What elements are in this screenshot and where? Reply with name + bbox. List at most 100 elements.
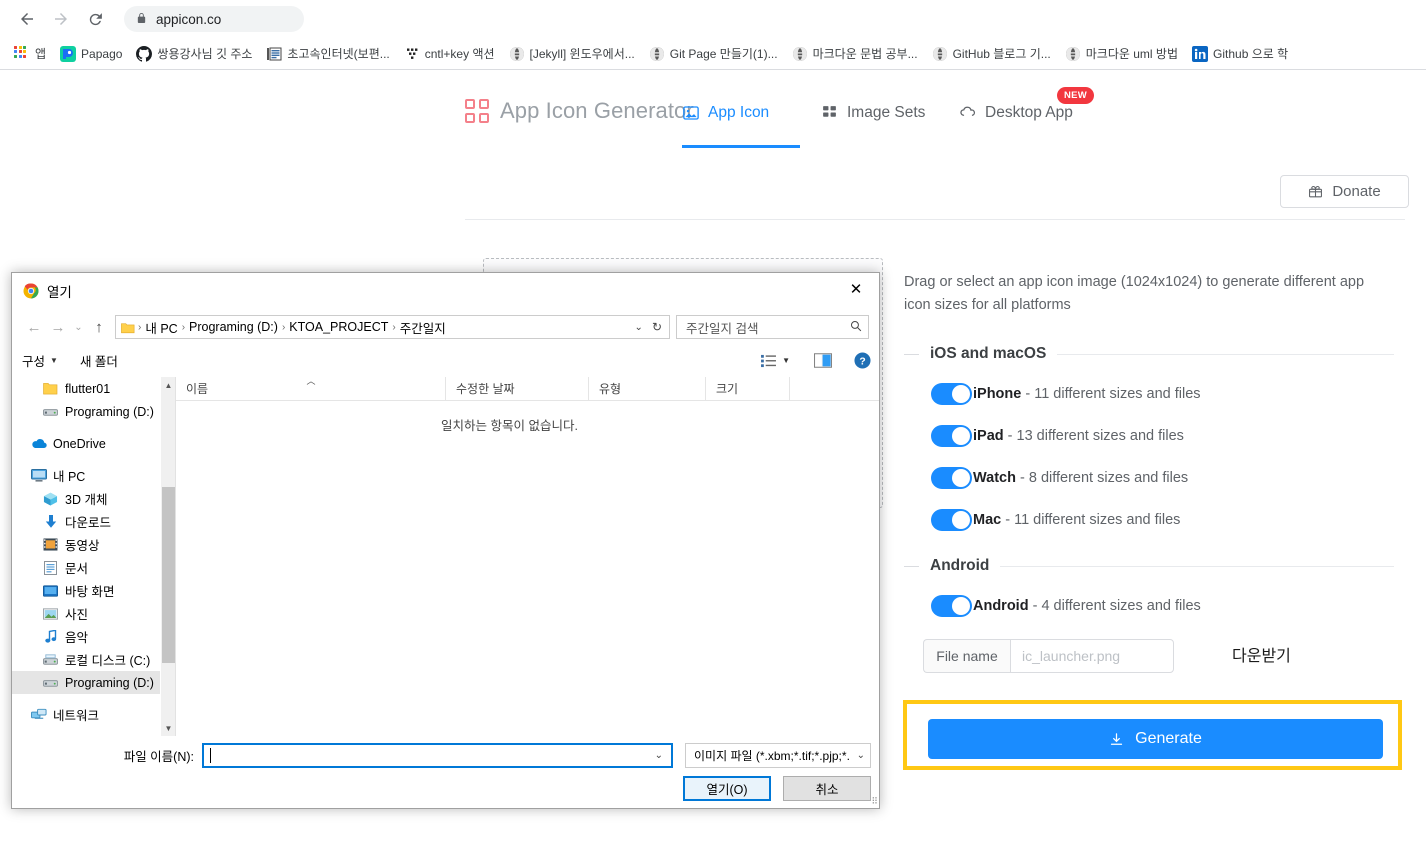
bookmark-label: GitHub 블로그 기... xyxy=(952,47,1051,61)
app-icon-generator-logo-icon xyxy=(465,99,489,123)
tree-item-programing-d-2[interactable]: Programing (D:) xyxy=(12,671,160,694)
tree-item-videos[interactable]: 동영상 xyxy=(12,533,160,556)
bookmark-markdown-syntax[interactable]: 마크다운 문법 공부... xyxy=(786,42,924,66)
close-icon[interactable]: ✕ xyxy=(833,273,879,305)
globe-icon xyxy=(649,46,665,62)
open-file-dialog: 열기 ✕ ← → ⌄ ↑ › 내 PC › Programing (D:) › … xyxy=(11,272,880,809)
column-label: 이름 xyxy=(186,382,209,396)
tree-item-downloads[interactable]: 다운로드 xyxy=(12,510,160,533)
videos-icon xyxy=(42,537,59,552)
annotation-download: 다운받기 xyxy=(1232,646,1291,665)
file-list-pane: ︿ 이름 수정한 날짜 유형 크기 일치하는 항목이 없습니다. xyxy=(176,376,879,736)
reload-icon xyxy=(89,12,102,25)
breadcrumb-segment-3[interactable]: 주간일지 xyxy=(396,318,450,337)
column-header-date-modified[interactable]: 수정한 날짜 xyxy=(446,377,589,400)
bookmark-github-blog[interactable]: GitHub 블로그 기... xyxy=(926,42,1057,66)
bookmark-papago[interactable]: Papago xyxy=(54,42,128,66)
bookmark-jekyll[interactable]: [Jekyll] 윈도우에서... xyxy=(503,42,641,66)
column-header-name[interactable]: ︿ 이름 xyxy=(176,376,446,400)
breadcrumb-segment-0[interactable]: 내 PC xyxy=(141,318,181,337)
brand-logo[interactable]: App Icon Generator xyxy=(465,98,694,124)
open-button[interactable]: 열기(O) xyxy=(683,776,771,801)
tree-item-documents[interactable]: 문서 xyxy=(12,556,160,579)
tree-item-3d-objects[interactable]: 3D 개체 xyxy=(12,487,160,510)
donate-button[interactable]: Donate xyxy=(1280,175,1409,208)
breadcrumb-segment-2[interactable]: KTOA_PROJECT xyxy=(285,320,392,334)
scroll-down-icon[interactable]: ▼ xyxy=(161,720,176,736)
file-name-input[interactable]: ic_launcher.png xyxy=(1010,639,1174,673)
bookmark-label: Github 으로 학 xyxy=(1213,47,1289,61)
view-mode-button[interactable]: ▼ xyxy=(761,354,790,368)
sort-ascending-icon: ︿ xyxy=(306,376,316,386)
column-header-extra[interactable] xyxy=(790,377,860,400)
empty-folder-message: 일치하는 항목이 없습니다. xyxy=(176,415,879,434)
preview-pane-button[interactable] xyxy=(814,353,832,368)
toggle-ipad[interactable] xyxy=(931,425,972,447)
dialog-up-button[interactable]: ↑ xyxy=(87,315,111,339)
scroll-up-icon[interactable]: ▲ xyxy=(161,377,176,393)
pictures-icon xyxy=(42,606,59,621)
organize-label: 구성 xyxy=(22,355,46,369)
file-name-addon-label: File name xyxy=(923,639,1010,673)
bookmark-apps[interactable]: 앱 xyxy=(8,42,52,66)
tab-image-sets[interactable]: Image Sets xyxy=(821,97,941,148)
column-header-type[interactable]: 유형 xyxy=(589,377,706,400)
tree-item-desktop[interactable]: 바탕 화면 xyxy=(12,579,160,602)
tree-item-network[interactable]: 네트워크 xyxy=(12,703,160,726)
help-button[interactable]: ? xyxy=(854,352,871,369)
tab-app-icon[interactable]: App Icon xyxy=(682,97,800,148)
refresh-icon[interactable]: ↻ xyxy=(650,320,667,334)
bookmark-github-ssangyong[interactable]: 쌍용강사님 깃 주소 xyxy=(130,42,258,66)
tree-item-flutter01[interactable]: flutter01 xyxy=(12,377,160,400)
tab-label: Desktop App xyxy=(985,104,1073,121)
tree-item-label: 음악 xyxy=(65,631,89,645)
legend-dash xyxy=(904,353,919,355)
toggle-watch[interactable] xyxy=(931,467,972,489)
generate-label: Generate xyxy=(1135,730,1202,747)
tree-item-music[interactable]: 음악 xyxy=(12,625,160,648)
pc-icon xyxy=(30,468,47,483)
file-name-input[interactable]: ⌄ xyxy=(202,743,673,768)
tree-item-programing-d-1[interactable]: Programing (D:) xyxy=(12,400,160,423)
dialog-back-button[interactable]: ← xyxy=(22,315,46,339)
generate-button[interactable]: Generate xyxy=(928,719,1383,759)
breadcrumb-segment-1[interactable]: Programing (D:) xyxy=(185,320,282,334)
new-folder-button[interactable]: 새 폴더 xyxy=(80,351,118,370)
tree-item-label: Programing (D:) xyxy=(65,675,154,690)
tree-scrollbar[interactable]: ▲ ▼ xyxy=(160,377,175,736)
toggle-mac[interactable] xyxy=(931,509,972,531)
header-divider xyxy=(465,219,1405,220)
resize-grip[interactable]: ⠿ xyxy=(871,796,878,807)
bookmark-git-page[interactable]: Git Page 만들기(1)... xyxy=(643,42,784,66)
lock-icon xyxy=(136,12,147,27)
breadcrumb-dropdown-icon[interactable]: ⌄ xyxy=(628,322,650,333)
file-type-filter[interactable]: 이미지 파일 (*.xbm;*.tif;*.pjp;*. ⌄ xyxy=(685,743,871,768)
dialog-forward-button[interactable]: → xyxy=(46,315,70,339)
tree-item-my-pc[interactable]: 내 PC xyxy=(12,464,160,487)
cancel-button[interactable]: 취소 xyxy=(783,776,871,801)
reload-button[interactable] xyxy=(80,4,110,34)
column-label: 유형 xyxy=(599,382,622,396)
tab-desktop-app[interactable]: Desktop App NEW xyxy=(959,87,1095,148)
back-button[interactable] xyxy=(12,4,42,34)
tree-item-onedrive[interactable]: OneDrive xyxy=(12,432,160,455)
column-header-size[interactable]: 크기 xyxy=(706,377,790,400)
bookmark-markdown-uml[interactable]: 마크다운 uml 방법 xyxy=(1059,42,1184,66)
tree-item-pictures[interactable]: 사진 xyxy=(12,602,160,625)
forward-button[interactable] xyxy=(46,4,76,34)
organize-button[interactable]: 구성 ▼ xyxy=(22,351,58,370)
tree-item-local-disk-c[interactable]: 로컬 디스크 (C:) xyxy=(12,648,160,671)
recent-locations-chevron-icon[interactable]: ⌄ xyxy=(70,315,87,339)
bookmark-internet[interactable]: 초고속인터넷(보편... xyxy=(260,42,395,66)
address-bar[interactable]: appicon.co xyxy=(124,6,304,32)
scrollbar-thumb[interactable] xyxy=(162,487,175,663)
toggle-android[interactable] xyxy=(931,595,972,617)
bookmark-cntl-key[interactable]: cntl+key 액션 xyxy=(398,42,501,66)
toggle-iphone[interactable] xyxy=(931,383,972,405)
chevron-down-icon[interactable]: ⌄ xyxy=(655,750,667,761)
dialog-search-box[interactable]: 주간일지 검색 xyxy=(676,315,869,339)
platform-detail: - 4 different sizes and files xyxy=(1028,598,1201,614)
bookmark-github-linkedin[interactable]: Github 으로 학 xyxy=(1186,42,1294,66)
address-breadcrumb-bar[interactable]: › 내 PC › Programing (D:) › KTOA_PROJECT … xyxy=(115,315,670,339)
globe-icon xyxy=(509,46,525,62)
